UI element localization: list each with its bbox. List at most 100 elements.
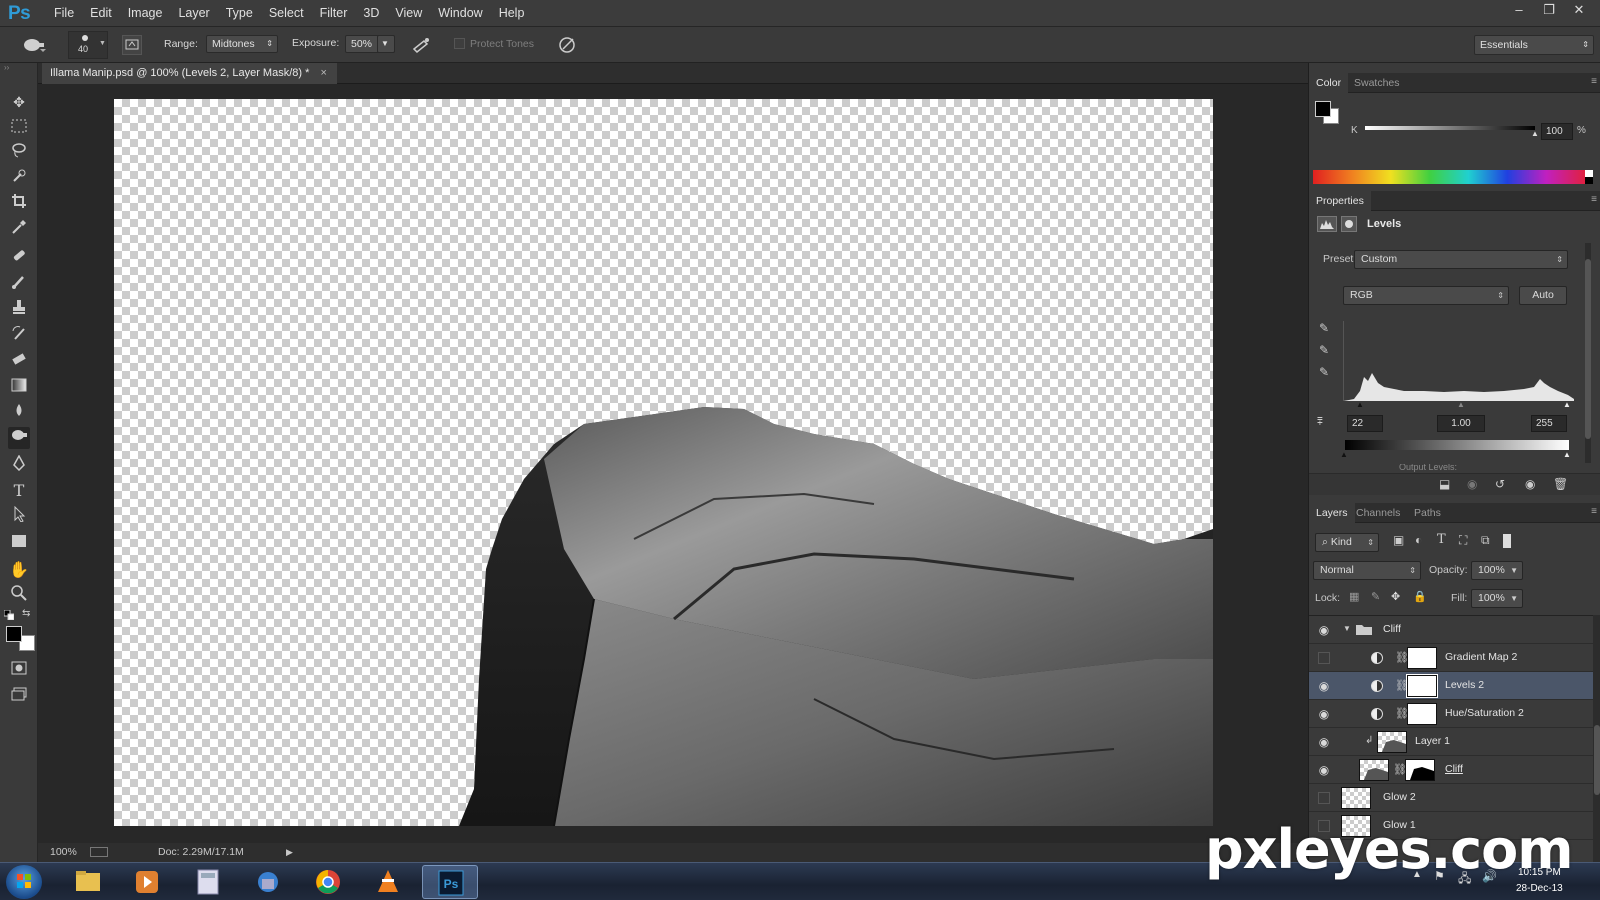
black-input-handle-icon[interactable]: ▲ — [1356, 400, 1364, 409]
brush-panel-icon[interactable] — [122, 35, 142, 55]
tab-channels[interactable]: Channels — [1349, 503, 1407, 523]
reset-icon[interactable]: ↺ — [1495, 477, 1505, 491]
input-white-field[interactable]: 255 — [1531, 415, 1567, 432]
delete-icon[interactable]: 🗑 — [1553, 477, 1568, 491]
document-tab[interactable]: Illama Manip.psd @ 100% (Levels 2, Layer… — [42, 63, 337, 84]
pressure-size-icon[interactable] — [556, 34, 578, 56]
layer-row[interactable]: Glow 2 — [1309, 784, 1593, 812]
lock-image-icon[interactable]: ✎ — [1371, 590, 1380, 603]
hand-tool-icon[interactable]: ✋ — [8, 560, 30, 582]
scrollbar-thumb[interactable] — [1585, 259, 1591, 439]
lock-position-icon[interactable]: ✥ — [1391, 590, 1400, 603]
lock-transparent-icon[interactable]: ▦ — [1349, 590, 1359, 603]
workspace-select[interactable]: Essentials ⇕ — [1474, 35, 1594, 55]
default-colors-icon[interactable] — [3, 609, 15, 621]
menu-view[interactable]: View — [387, 0, 430, 27]
mask-icon[interactable] — [1341, 216, 1357, 232]
eye-icon[interactable]: ◉ — [1317, 707, 1331, 721]
close-tab-icon[interactable]: × — [320, 67, 326, 79]
chrome-taskbar-button[interactable] — [300, 865, 356, 899]
clone-stamp-tool-icon[interactable] — [8, 299, 30, 321]
fill-input[interactable]: 100% ▼ — [1471, 589, 1523, 608]
marquee-tool-icon[interactable] — [8, 117, 30, 139]
status-menu-arrow-icon[interactable]: ▶ — [286, 843, 293, 862]
foreground-color-swatch[interactable] — [6, 626, 22, 642]
layer-row[interactable]: ◉ ↲ Layer 1 — [1309, 728, 1593, 756]
filter-toggle-icon[interactable] — [1503, 534, 1511, 548]
filter-shape-icon[interactable]: ⛶ — [1459, 533, 1467, 548]
menu-3d[interactable]: 3D — [355, 0, 387, 27]
airbrush-icon[interactable] — [410, 35, 432, 55]
eye-hidden-icon[interactable] — [1318, 792, 1330, 804]
properties-scrollbar[interactable] — [1585, 243, 1591, 463]
burn-tool-icon[interactable] — [8, 427, 30, 449]
menu-select[interactable]: Select — [261, 0, 312, 27]
media-player-taskbar-button[interactable] — [120, 865, 176, 899]
photoshop-taskbar-button[interactable]: Ps — [422, 865, 478, 899]
k-slider-track[interactable] — [1365, 126, 1535, 130]
eye-icon[interactable]: ◉ — [1317, 763, 1331, 777]
eye-hidden-icon[interactable] — [1318, 652, 1330, 664]
gradient-tool-icon[interactable] — [8, 376, 30, 398]
protect-tones-checkbox[interactable] — [454, 38, 465, 49]
panel-menu-icon[interactable]: ≡ — [1591, 76, 1597, 87]
tab-paths[interactable]: Paths — [1407, 503, 1448, 523]
history-brush-tool-icon[interactable] — [8, 325, 30, 347]
menu-window[interactable]: Window — [430, 0, 490, 27]
path-selection-tool-icon[interactable] — [8, 505, 30, 528]
lasso-tool-icon[interactable] — [8, 142, 30, 164]
menu-filter[interactable]: Filter — [312, 0, 356, 27]
panel-menu-icon[interactable]: ≡ — [1591, 194, 1597, 205]
layer-row[interactable]: ◉ ⛓ Hue/Saturation 2 — [1309, 700, 1593, 728]
panel-menu-icon[interactable]: ≡ — [1591, 506, 1597, 517]
filter-type-icon[interactable]: T — [1437, 532, 1446, 547]
black-point-eyedropper-icon[interactable]: ✎ — [1319, 321, 1329, 335]
layer-mask-thumbnail[interactable] — [1405, 759, 1435, 781]
menu-help[interactable]: Help — [491, 0, 533, 27]
clip-to-layer-icon[interactable]: ⬓ — [1439, 477, 1450, 491]
layer-thumbnail[interactable] — [1377, 731, 1407, 753]
quick-selection-tool-icon[interactable] — [8, 168, 30, 190]
white-input-handle-icon[interactable]: ▲ — [1563, 400, 1571, 409]
collapse-icon[interactable]: ›› — [4, 63, 9, 72]
taskbar-date[interactable]: 28-Dec-13 — [1516, 883, 1563, 894]
preset-select[interactable]: Custom ⇕ — [1354, 250, 1568, 269]
k-value-input[interactable]: 100 — [1541, 123, 1573, 140]
calculator-taskbar-button[interactable] — [180, 865, 236, 899]
auto-levels-icon[interactable]: ⩱ — [1317, 417, 1323, 428]
range-select[interactable]: Midtones ⇕ — [206, 35, 278, 53]
healing-brush-tool-icon[interactable] — [8, 247, 30, 269]
vlc-taskbar-button[interactable] — [360, 865, 416, 899]
layer-thumbnail[interactable] — [1341, 787, 1371, 809]
explorer-taskbar-button[interactable] — [60, 865, 116, 899]
layer-mask-thumbnail[interactable] — [1407, 647, 1437, 669]
k-slider-handle-icon[interactable]: ▲ — [1531, 129, 1539, 138]
layer-row[interactable]: ◉ ⛓ Levels 2 — [1309, 672, 1593, 700]
filter-pixel-icon[interactable]: ▣ — [1393, 533, 1404, 547]
bw-ramp[interactable] — [1585, 170, 1593, 184]
layer-row[interactable]: ◉ ⛓ Cliff — [1309, 756, 1593, 784]
color-spectrum-ramp[interactable] — [1313, 170, 1585, 184]
move-tool-icon[interactable]: ✥ — [8, 91, 30, 113]
start-button[interactable] — [6, 865, 42, 899]
tab-layers[interactable]: Layers — [1309, 503, 1355, 523]
filter-smart-object-icon[interactable]: ⧉ — [1481, 533, 1490, 548]
white-point-eyedropper-icon[interactable]: ✎ — [1319, 365, 1329, 379]
restore-button[interactable]: ❐ — [1534, 0, 1564, 20]
auto-button[interactable]: Auto — [1519, 286, 1567, 305]
burn-tool-preset-icon[interactable] — [20, 35, 46, 55]
zoom-tool-icon[interactable] — [8, 585, 30, 607]
group-expand-icon[interactable]: ▼ — [1343, 624, 1351, 633]
layer-mask-thumbnail[interactable] — [1407, 703, 1437, 725]
scrollbar-thumb[interactable] — [1594, 725, 1600, 795]
eye-icon[interactable]: ◉ — [1317, 679, 1331, 693]
exposure-dropdown[interactable]: ▼ — [377, 35, 395, 53]
brush-tool-icon[interactable] — [8, 273, 30, 295]
eye-icon[interactable]: ◉ — [1317, 623, 1331, 637]
menu-edit[interactable]: Edit — [82, 0, 120, 27]
levels-adjustment-icon[interactable] — [1317, 216, 1337, 232]
menu-layer[interactable]: Layer — [170, 0, 217, 27]
network-taskbar-button[interactable] — [240, 865, 296, 899]
menu-type[interactable]: Type — [218, 0, 261, 27]
layer-thumbnail[interactable] — [1359, 759, 1389, 781]
